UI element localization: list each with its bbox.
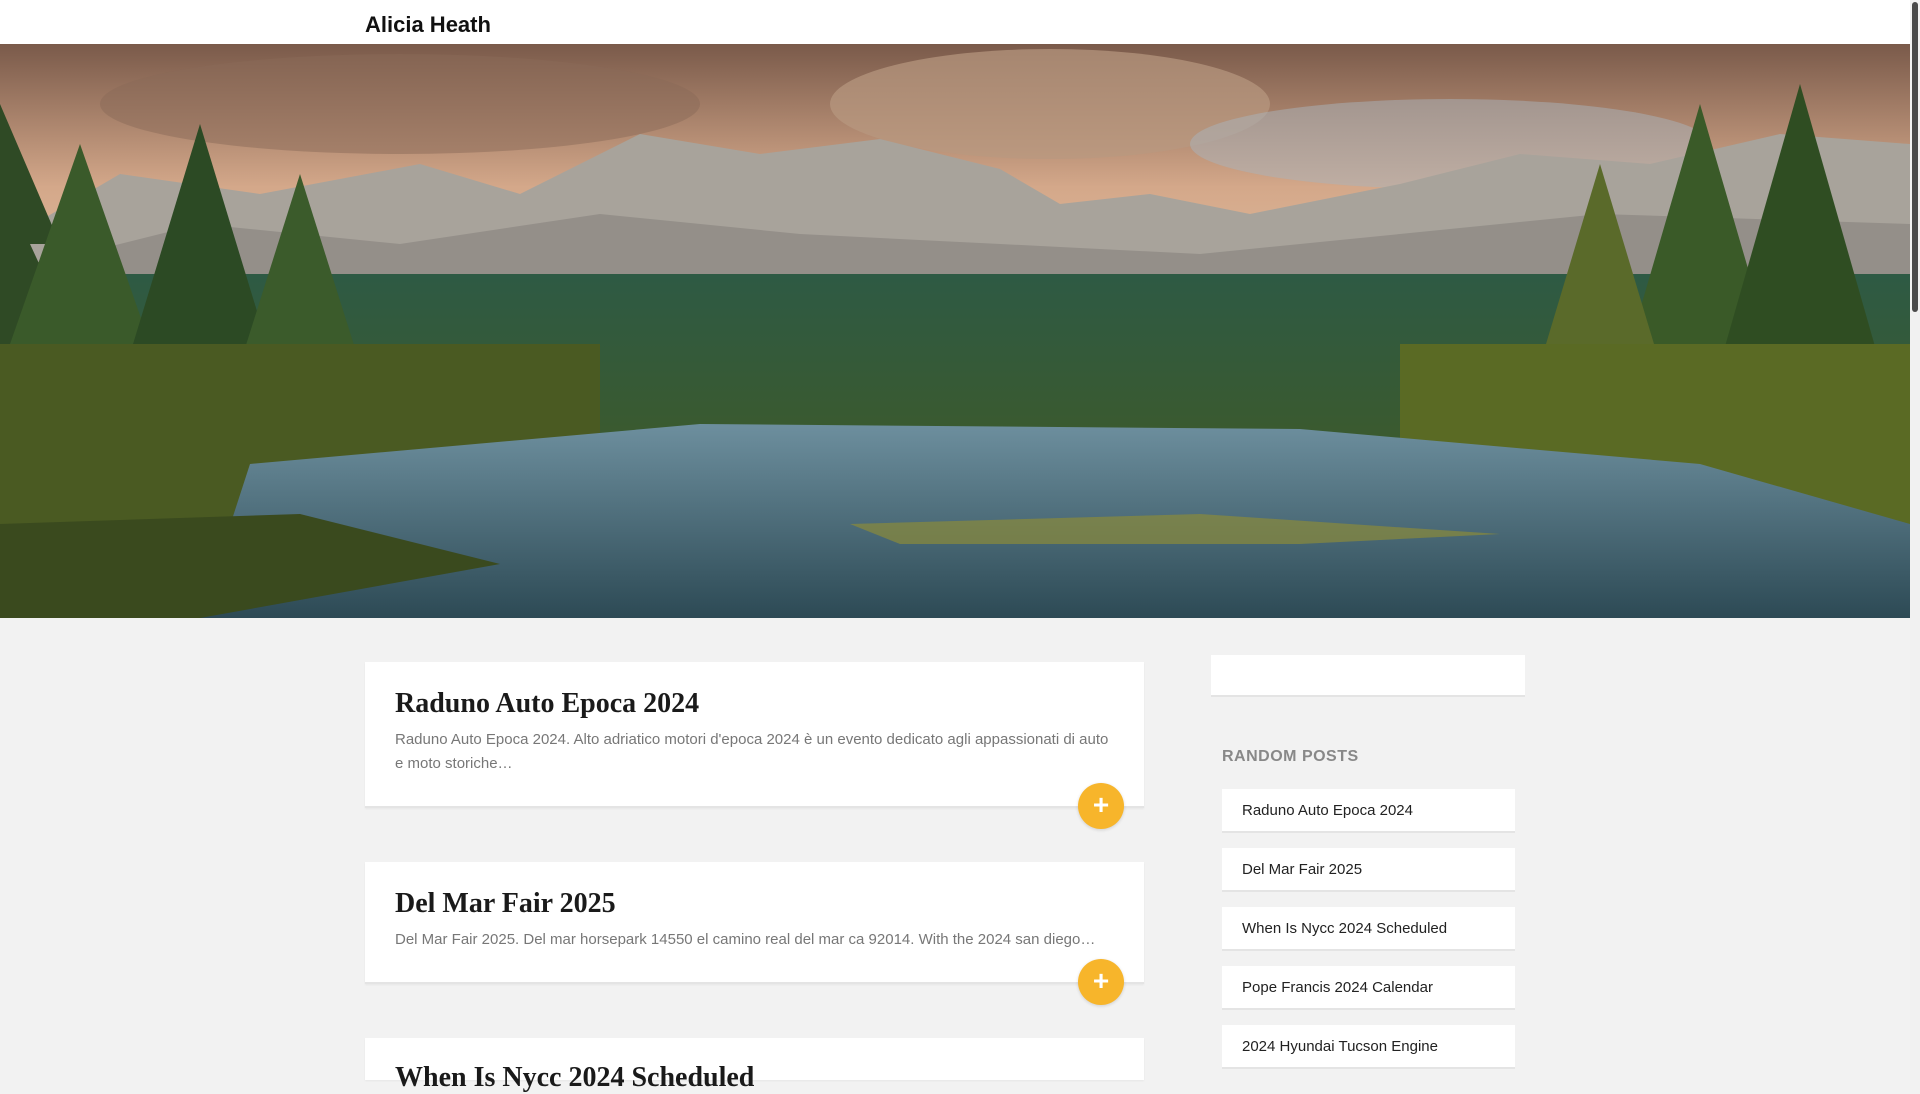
random-post-item[interactable]: Pope Francis 2024 Calendar [1222,966,1515,1010]
random-post-link[interactable]: Raduno Auto Epoca 2024 [1242,802,1413,819]
read-more-button[interactable]: + [1078,959,1124,1005]
post-card: Raduno Auto Epoca 2024 Raduno Auto Epoca… [365,662,1144,829]
random-post-link[interactable]: When Is Nycc 2024 Scheduled [1242,920,1447,937]
read-more-button[interactable]: + [1078,783,1124,829]
post-title[interactable]: Raduno Auto Epoca 2024 [395,688,699,720]
random-posts-title: RANDOM POSTS [1222,748,1359,765]
search-input[interactable] [1211,655,1525,695]
top-bar: Alicia Heath [0,0,1910,44]
post-title[interactable]: When Is Nycc 2024 Scheduled [395,1062,754,1094]
random-post-link[interactable]: Del Mar Fair 2025 [1242,861,1362,878]
post-card: When Is Nycc 2024 Scheduled [365,1038,1144,1093]
plus-icon: + [1092,789,1110,820]
scrollbar[interactable] [1910,0,1920,1080]
search-box[interactable] [1211,655,1525,697]
random-post-item[interactable]: Raduno Auto Epoca 2024 [1222,789,1515,833]
post-title[interactable]: Del Mar Fair 2025 [395,888,616,920]
hero-image [0,44,1910,618]
random-post-item[interactable]: When Is Nycc 2024 Scheduled [1222,907,1515,951]
scrollbar-thumb[interactable] [1912,2,1918,312]
random-post-link[interactable]: Pope Francis 2024 Calendar [1242,979,1433,996]
site-title[interactable]: Alicia Heath [365,13,491,37]
post-excerpt: Raduno Auto Epoca 2024. Alto adriatico m… [395,731,1109,772]
random-post-link[interactable]: 2024 Hyundai Tucson Engine [1242,1038,1438,1055]
random-post-item[interactable]: Del Mar Fair 2025 [1222,848,1515,892]
post-excerpt: Del Mar Fair 2025. Del mar horsepark 145… [395,931,1096,948]
plus-icon: + [1092,965,1110,996]
post-card: Del Mar Fair 2025 Del Mar Fair 2025. Del… [365,862,1144,1005]
random-post-item[interactable]: 2024 Hyundai Tucson Engine [1222,1025,1515,1069]
